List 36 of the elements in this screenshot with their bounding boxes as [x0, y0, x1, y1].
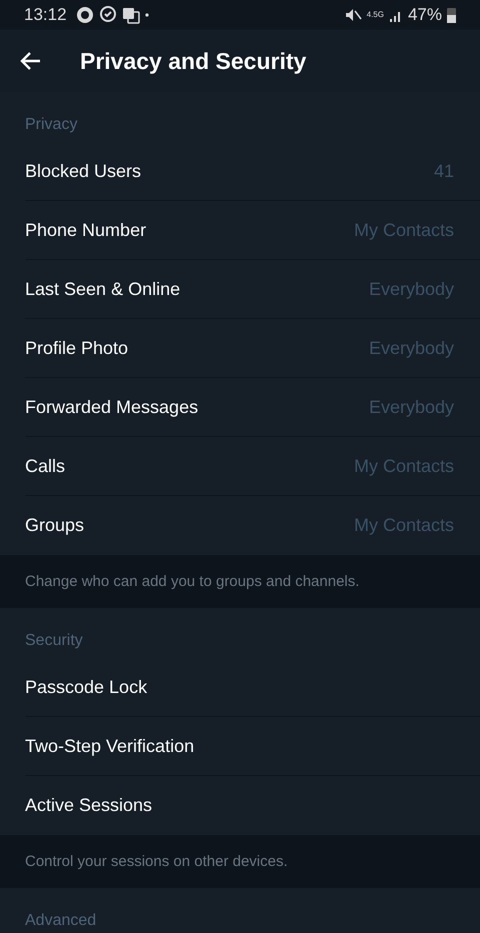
section-header: Privacy: [25, 115, 78, 135]
row-value: Everybody: [368, 396, 454, 418]
settings-row[interactable]: Passcode Lock: [25, 658, 480, 717]
row-label: Forwarded Messages: [25, 396, 198, 418]
row-label: Last Seen & Online: [25, 278, 180, 300]
settings-row[interactable]: Profile Photo Everybody: [25, 319, 480, 378]
settings-row[interactable]: Blocked Users 41: [25, 142, 480, 201]
section-hint: Control your sessions on other devices.: [25, 853, 288, 870]
settings-row[interactable]: Last Seen & Online Everybody: [25, 260, 480, 319]
network-type: 4.5G: [366, 11, 384, 19]
settings-row[interactable]: Calls My Contacts: [25, 437, 480, 496]
row-value: My Contacts: [354, 515, 454, 536]
settings-row[interactable]: Groups My Contacts: [25, 496, 480, 555]
row-value: Everybody: [368, 338, 454, 358]
row-value: 41: [434, 160, 454, 182]
row-label: Groups: [25, 515, 84, 536]
row-label: Profile Photo: [25, 338, 128, 358]
settings-row[interactable]: Phone Number My Contacts: [25, 201, 480, 260]
row-label: Phone Number: [25, 220, 146, 240]
settings-row[interactable]: Active Sessions: [25, 776, 480, 835]
row-value: Everybody: [368, 278, 454, 300]
settings-row[interactable]: Forwarded Messages Everybody: [25, 378, 480, 437]
section-header: Security: [25, 631, 84, 651]
section-hint: Change who can add you to groups and channels.: [25, 573, 360, 590]
battery-percentage: 47%: [408, 5, 442, 25]
page-title: Privacy and Security: [80, 48, 306, 74]
row-label: Calls: [25, 456, 66, 476]
settings-row[interactable]: Two-Step Verification: [25, 717, 480, 776]
row-value: My Contacts: [354, 220, 454, 240]
clock: 13:12: [24, 5, 67, 25]
row-label: Active Sessions: [25, 795, 152, 816]
row-label: Blocked Users: [25, 160, 142, 182]
row-label: Passcode Lock: [25, 676, 148, 698]
section-header: Advanced: [25, 911, 98, 931]
row-label: Two-Step Verification: [25, 736, 194, 756]
row-value: My Contacts: [354, 456, 454, 476]
